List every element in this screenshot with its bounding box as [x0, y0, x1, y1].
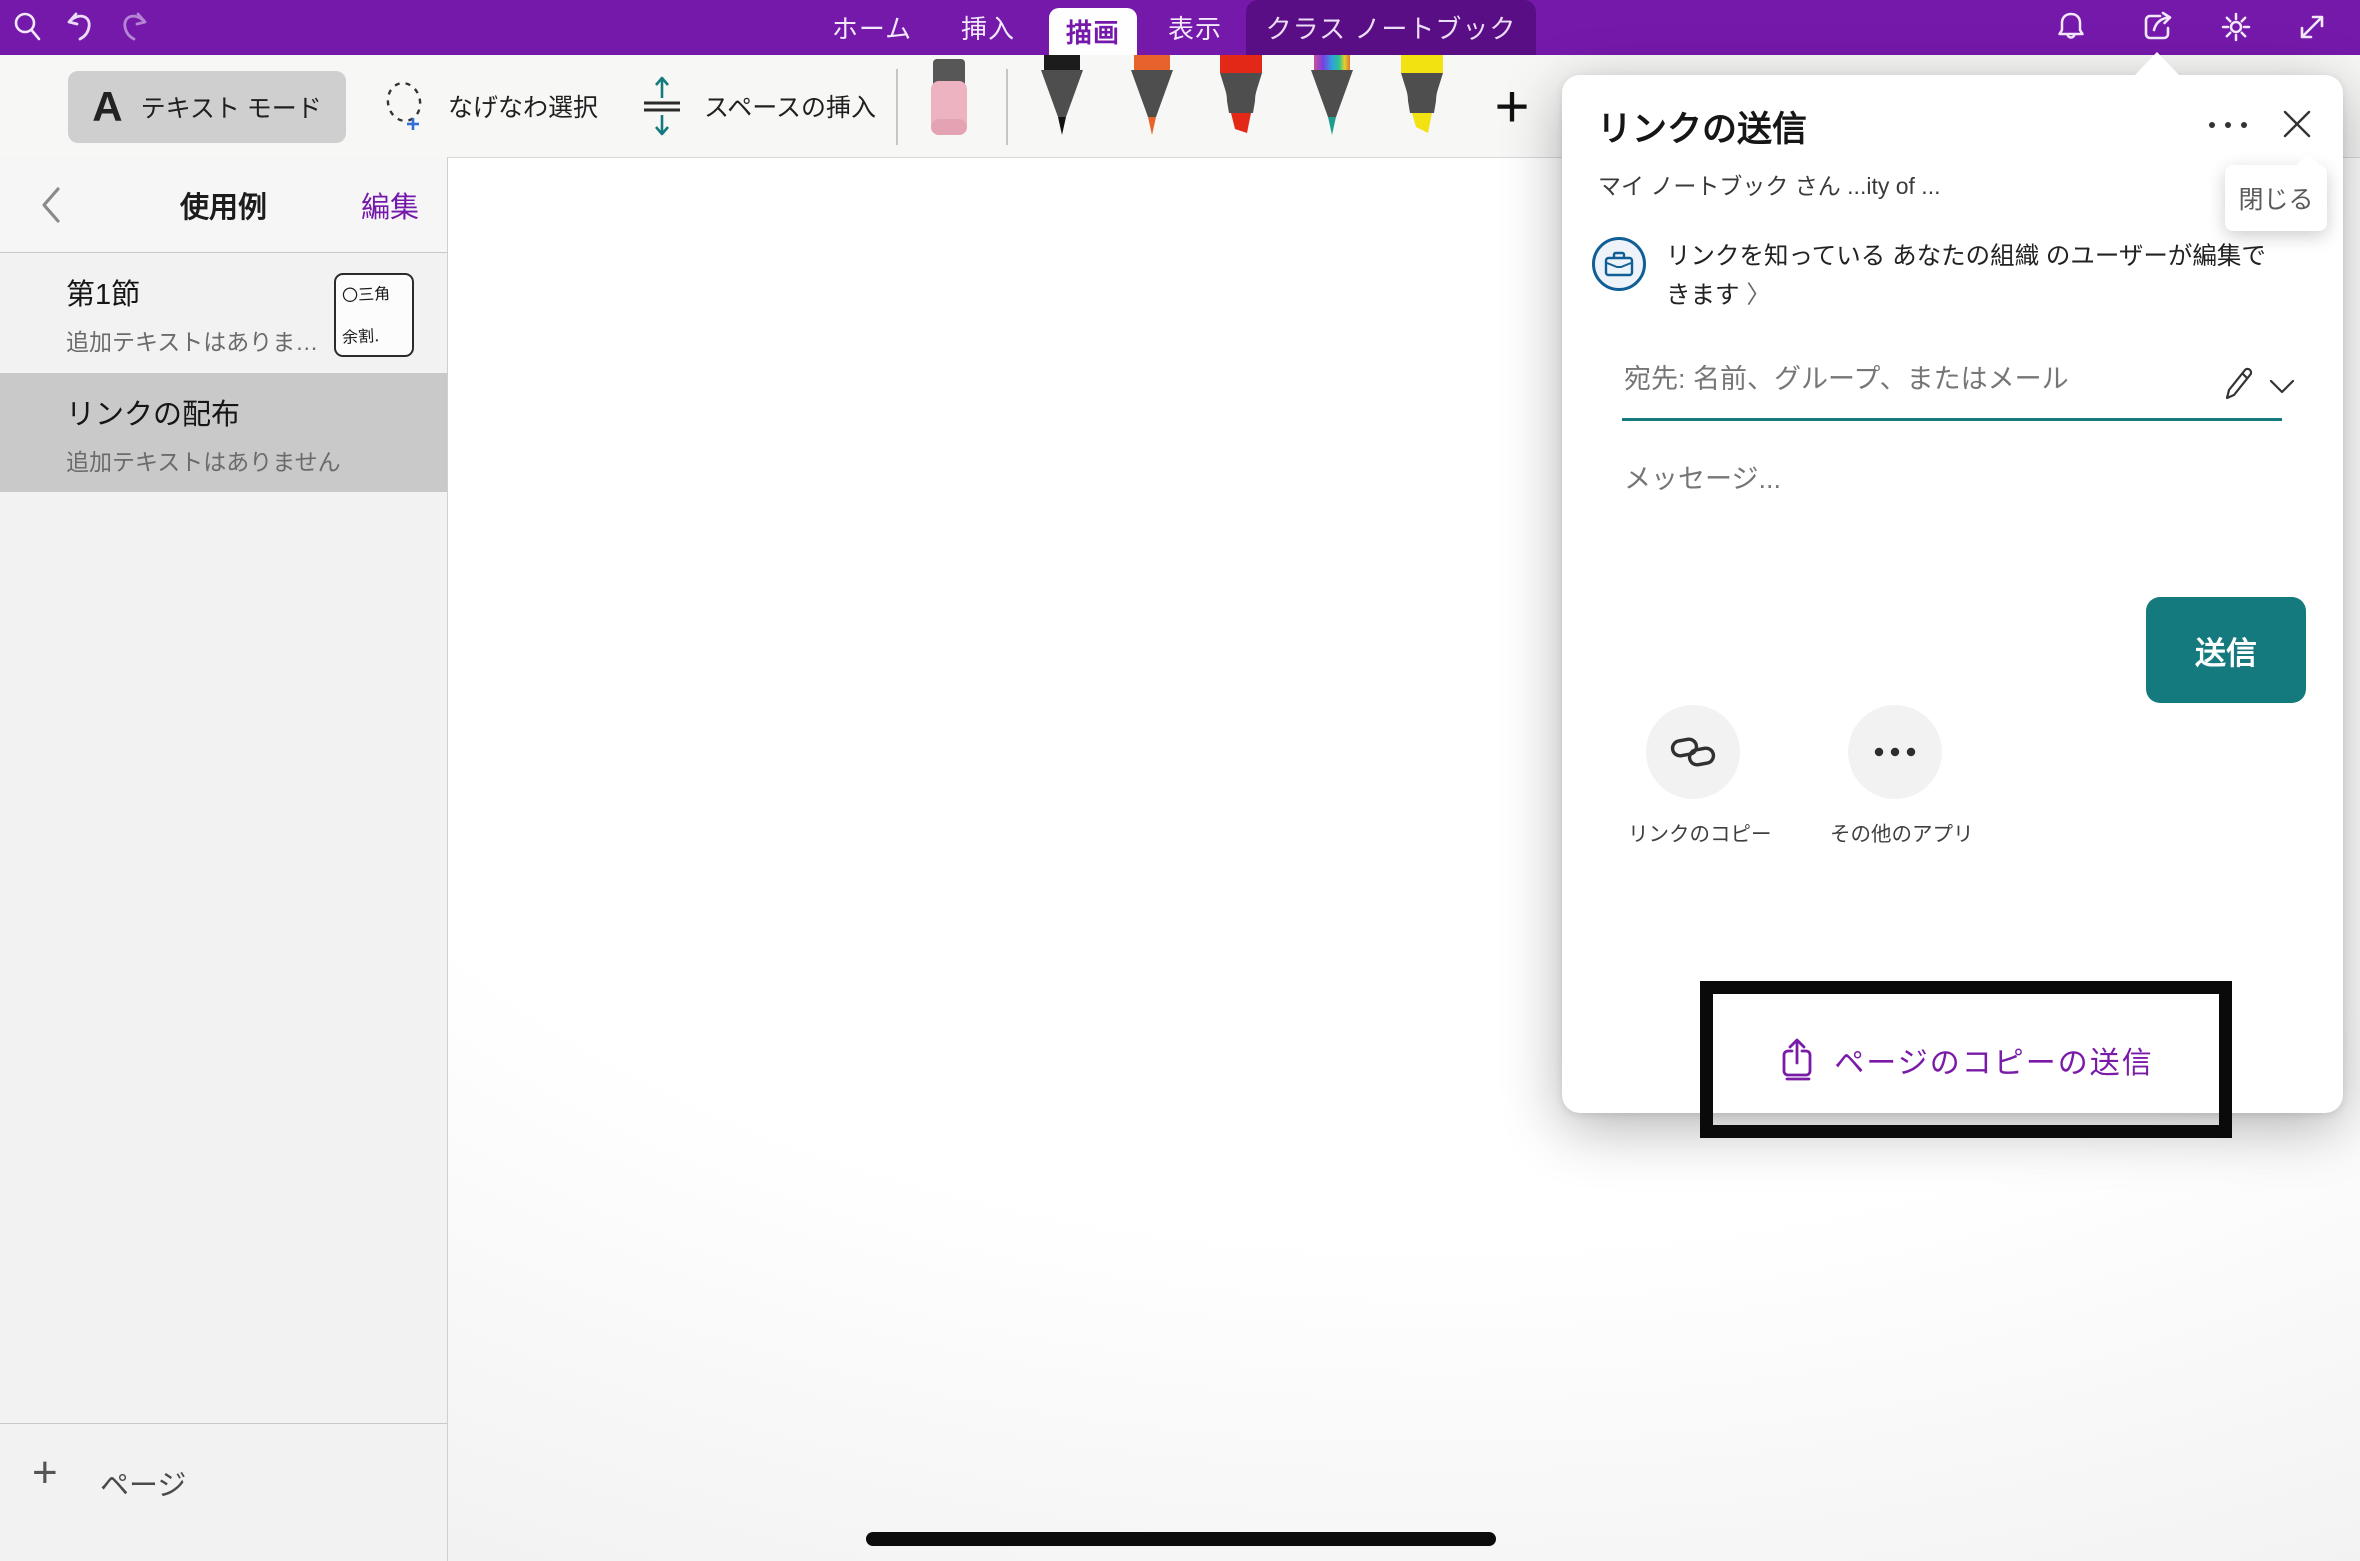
page-subtitle: 追加テキストはありま… — [66, 323, 318, 357]
page-title: リンクの配布 — [66, 391, 240, 433]
search-icon[interactable] — [8, 7, 48, 47]
text-mode-label: テキスト モード — [141, 89, 322, 125]
tab-draw[interactable]: 描画 — [1049, 8, 1137, 55]
rainbow-pen-tool[interactable] — [1302, 55, 1362, 141]
close-icon[interactable] — [2274, 101, 2320, 147]
red-highlighter-tool[interactable] — [1211, 55, 1271, 141]
tooltip-tail — [2295, 153, 2320, 178]
add-page-label: ページ — [100, 1462, 186, 1504]
message-input-wrapper — [1622, 463, 2242, 496]
redo-icon[interactable] — [112, 7, 152, 47]
copy-link-action[interactable]: リンクのコピー — [1628, 705, 1758, 847]
thumbnail-handwriting: 〇三角 — [341, 280, 390, 306]
link-permission-row[interactable]: リンクを知っている あなたの組織 のユーザーが編集できます 〉 — [1592, 237, 2312, 315]
yellow-highlighter-tool[interactable] — [1392, 55, 1452, 141]
home-indicator-bar[interactable] — [866, 1532, 1496, 1546]
dialog-callout-arrow — [2134, 52, 2180, 76]
copy-link-label: リンクのコピー — [1628, 817, 1758, 847]
more-apps-label: その他のアプリ — [1830, 817, 1960, 847]
send-page-copy-label: ページのコピーの送信 — [1834, 1038, 2153, 1082]
recipient-input-wrapper — [1622, 363, 2182, 396]
orange-pen-tool[interactable] — [1122, 55, 1182, 141]
text-mode-a-icon: A — [92, 83, 122, 131]
edit-permission-pencil-icon[interactable] — [2218, 363, 2258, 407]
more-options-icon[interactable] — [2202, 105, 2254, 145]
tab-home[interactable]: ホーム — [822, 0, 922, 55]
send-page-copy-icon — [1778, 1037, 1818, 1083]
message-input[interactable] — [1622, 463, 2246, 496]
add-page-button[interactable]: + ページ — [0, 1423, 447, 1561]
send-button[interactable]: 送信 — [2146, 597, 2306, 703]
page-list-item[interactable]: 第1節 追加テキストはありま… 〇三角 余割. — [0, 253, 447, 372]
tab-view[interactable]: 表示 — [1152, 0, 1238, 55]
page-list-item-selected[interactable]: リンクの配布 追加テキストはありません — [0, 373, 447, 492]
eraser-tool[interactable] — [926, 59, 972, 139]
page-thumbnail: 〇三角 余割. — [334, 273, 414, 357]
close-tooltip: 閉じる — [2225, 165, 2327, 231]
chevron-right-icon: 〉 — [1746, 282, 1771, 309]
tab-class-notebook[interactable]: クラス ノートブック — [1246, 0, 1536, 55]
notifications-bell-icon[interactable] — [2051, 7, 2091, 47]
more-apps-action[interactable]: その他のアプリ — [1830, 705, 1960, 847]
recipient-input[interactable] — [1622, 363, 2186, 396]
tab-insert[interactable]: 挿入 — [948, 0, 1028, 55]
plus-icon: + — [32, 1448, 58, 1498]
send-link-dialog: リンクの送信 マイ ノートブック さん ...ity of ... 閉じる リン… — [1562, 75, 2343, 1113]
sidebar-header: 使用例 編集 — [0, 157, 447, 253]
chevron-down-icon[interactable] — [2264, 371, 2300, 401]
more-apps-ellipsis-icon — [1848, 705, 1942, 799]
dialog-title: リンクの送信 — [1597, 101, 1807, 152]
fullscreen-expand-icon[interactable] — [2292, 7, 2332, 47]
thumbnail-handwriting: 余割. — [341, 322, 379, 348]
send-page-copy-annotation-box[interactable]: ページのコピーの送信 — [1700, 981, 2232, 1138]
add-pen-button[interactable]: + — [1482, 55, 1542, 157]
page-list-sidebar: 使用例 編集 第1節 追加テキストはありま… 〇三角 余割. リンクの配布 追加… — [0, 157, 448, 1561]
insert-space-label: スペースの挿入 — [704, 88, 876, 124]
copy-link-icon — [1646, 705, 1740, 799]
black-pen-tool[interactable] — [1032, 55, 1092, 141]
recipient-underline — [1622, 418, 2282, 421]
top-app-bar: ホーム 挿入 描画 表示 クラス ノートブック — [0, 0, 2360, 55]
page-title: 第1節 — [66, 271, 140, 313]
text-mode-button[interactable]: A テキスト モード — [68, 71, 346, 143]
permission-description: リンクを知っている あなたの組織 のユーザーが編集できます 〉 — [1666, 237, 2286, 315]
edit-button[interactable]: 編集 — [361, 157, 419, 252]
share-icon[interactable] — [2137, 7, 2177, 47]
insert-space-button[interactable]: スペースの挿入 — [636, 55, 876, 157]
organization-briefcase-icon — [1592, 237, 1646, 291]
lasso-icon — [380, 78, 432, 134]
undo-icon[interactable] — [62, 7, 102, 47]
lasso-label: なげなわ選択 — [448, 88, 598, 124]
insert-space-icon — [636, 76, 688, 136]
toolbar-divider — [1006, 69, 1008, 145]
onenote-app-window: ホーム 挿入 描画 表示 クラス ノートブック A テキスト モード なげなわ選… — [0, 0, 2360, 1561]
page-subtitle: 追加テキストはありません — [66, 443, 341, 477]
toolbar-divider — [896, 69, 898, 145]
settings-gear-icon[interactable] — [2216, 7, 2256, 47]
notebook-subtitle: マイ ノートブック さん ...ity of ... — [1598, 167, 1940, 201]
tooltip-text: 閉じる — [2238, 180, 2313, 216]
lasso-select-button[interactable]: なげなわ選択 — [380, 55, 598, 157]
